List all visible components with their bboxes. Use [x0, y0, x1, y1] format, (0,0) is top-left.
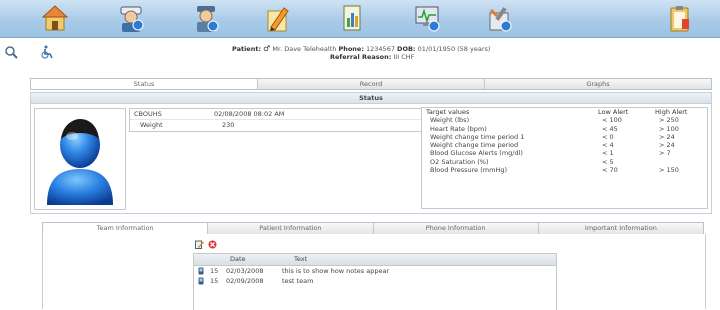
target-low: < 1 — [602, 149, 614, 158]
target-row: Heart Rate (bpm) < 45 > 100 — [422, 125, 707, 133]
edit-icon[interactable] — [262, 3, 292, 33]
target-high: > 24 — [659, 141, 675, 150]
target-label: O2 Saturation (%) — [430, 157, 489, 166]
note-date: 02/09/2008 — [226, 277, 264, 285]
vitals-row: Weight 230 — [130, 120, 422, 130]
phone-label: Phone: — [338, 45, 364, 53]
target-high: > 250 — [659, 116, 679, 125]
phone-icon — [198, 277, 204, 285]
team-information-panel: Date Text 15 02/03/2008 this is to show … — [42, 234, 706, 310]
target-row: Blood Glucose Alerts (mg/dl) < 1 > 7 — [422, 149, 707, 157]
notes-header-row: Date Text — [194, 254, 556, 266]
target-header-row: Target values Low Alert High Alert — [422, 108, 707, 116]
target-low: < 4 — [602, 141, 614, 150]
phone-icon — [198, 267, 204, 275]
text-column-header[interactable]: Text — [294, 254, 307, 265]
target-row: Weight change time period < 4 > 24 — [422, 141, 707, 149]
date-column-header[interactable]: Date — [230, 254, 246, 265]
high-alert-header: High Alert — [655, 108, 688, 116]
low-alert-header: Low Alert — [598, 108, 629, 116]
table-row[interactable]: 15 02/03/2008 this is to show how notes … — [194, 266, 556, 276]
main-tab-bar: Status Record Graphs — [30, 78, 712, 90]
wheelchair-icon[interactable] — [40, 45, 54, 59]
chart-report-icon[interactable] — [337, 3, 367, 33]
note-id: 15 — [210, 277, 219, 285]
referral-reason: III CHF — [393, 53, 415, 61]
target-values-table: Target values Low Alert High Alert Weigh… — [421, 107, 708, 209]
target-row: Weight (lbs) < 100 > 250 — [422, 116, 707, 124]
gender-icon: ♂ — [263, 44, 271, 53]
tab-status[interactable]: Status — [31, 79, 258, 89]
notes-table: Date Text 15 02/03/2008 this is to show … — [193, 253, 557, 310]
tools-icon[interactable] — [484, 3, 514, 33]
target-header-label: Target values — [426, 108, 470, 116]
target-row: Blood Pressure (mmHg) < 70 > 150 — [422, 166, 707, 174]
target-row: O2 Saturation (%) < 5 — [422, 158, 707, 166]
target-low: < 0 — [602, 132, 614, 141]
target-high: > 100 — [659, 124, 679, 133]
referral-summary: Referral Reason: III CHF — [330, 53, 414, 61]
patient-name: Mr. Dave Telehealth — [272, 45, 337, 53]
target-low: < 5 — [602, 157, 614, 166]
target-label: Weight (lbs) — [430, 116, 470, 125]
nurse-settings-icon[interactable] — [116, 3, 146, 33]
patient-dob: 01/01/1950 (58 years) — [417, 45, 491, 53]
home-icon[interactable] — [40, 3, 70, 33]
vitals-row: CBOUHS 02/08/2008 08:02 AM — [130, 109, 422, 120]
note-date: 02/03/2008 — [226, 267, 264, 275]
doctor-settings-icon[interactable] — [191, 3, 221, 33]
target-low: < 100 — [602, 116, 622, 125]
target-low: < 70 — [602, 166, 618, 175]
notes-toolbar — [195, 240, 219, 250]
patient-phone: 1234567 — [366, 45, 395, 53]
vitals-value: 02/08/2008 08:02 AM — [214, 110, 285, 118]
tab-phone-information[interactable]: Phone Information — [373, 223, 539, 234]
target-row: Weight change time period 1 < 0 > 24 — [422, 133, 707, 141]
note-id: 15 — [210, 267, 219, 275]
avatar — [34, 108, 126, 210]
patient-info-bar: Patient: ♂ Mr. Dave Telehealth Phone: 12… — [0, 38, 720, 71]
zoom-icon[interactable] — [4, 45, 18, 59]
status-header: Status — [31, 93, 711, 104]
clipboard-icon[interactable] — [664, 3, 694, 33]
target-low: < 45 — [602, 124, 618, 133]
vitals-label: CBOUHS — [134, 110, 162, 118]
monitor-icon[interactable] — [412, 3, 442, 33]
target-label: Weight change time period — [430, 141, 519, 150]
target-label: Heart Rate (bpm) — [430, 124, 487, 133]
dob-label: DOB: — [397, 45, 416, 53]
target-label: Blood Pressure (mmHg) — [430, 166, 507, 175]
referral-label: Referral Reason: — [330, 53, 392, 61]
status-panel: Status CBOUHS 02/08/2008 08:02 AM Weight… — [30, 92, 712, 214]
target-high: > 24 — [659, 132, 675, 141]
edit-note-icon[interactable] — [195, 240, 204, 249]
target-label: Blood Glucose Alerts (mg/dl) — [430, 149, 523, 158]
vitals-label: Weight — [140, 121, 163, 129]
note-text: this is to show how notes appear — [282, 267, 390, 275]
vitals-table: CBOUHS 02/08/2008 08:02 AM Weight 230 — [129, 108, 423, 132]
note-text: test team — [282, 277, 314, 285]
target-high: > 150 — [659, 166, 679, 175]
tab-team-information[interactable]: Team Information — [43, 223, 209, 234]
vitals-value: 230 — [222, 121, 235, 129]
patient-summary: Patient: ♂ Mr. Dave Telehealth Phone: 12… — [232, 44, 490, 53]
tab-important-information[interactable]: Important Information — [538, 223, 703, 234]
table-row[interactable]: 15 02/09/2008 test team — [194, 276, 556, 286]
delete-note-icon[interactable] — [208, 240, 217, 249]
toolbar — [0, 0, 720, 38]
tab-patient-information[interactable]: Patient Information — [208, 223, 374, 234]
target-high: > 7 — [659, 149, 671, 158]
tab-record[interactable]: Record — [258, 79, 485, 89]
tab-graphs[interactable]: Graphs — [485, 79, 711, 89]
target-label: Weight change time period 1 — [430, 132, 525, 141]
patient-label: Patient: — [232, 45, 262, 53]
